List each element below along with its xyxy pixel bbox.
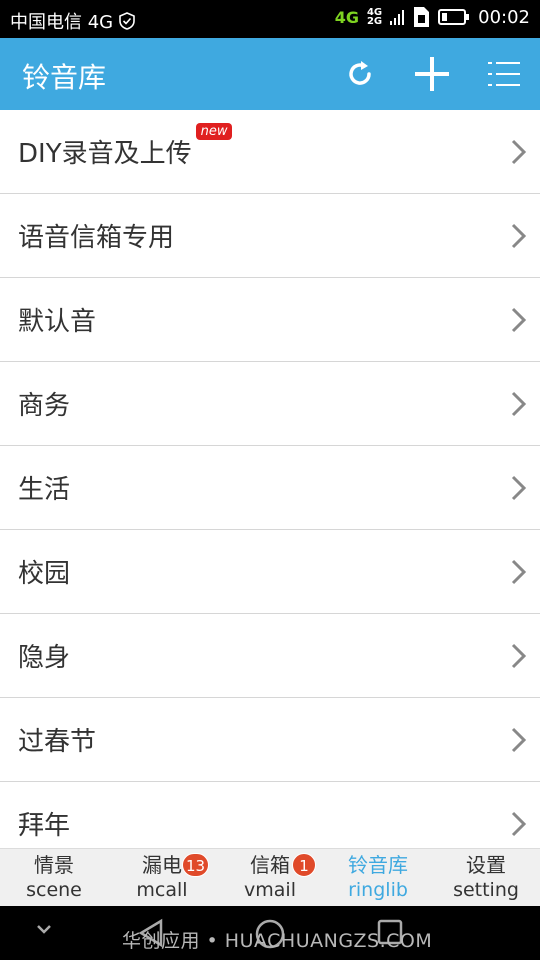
tab-label-zh: 铃音库 bbox=[348, 853, 408, 877]
list-item[interactable]: 默认音 bbox=[0, 278, 540, 362]
list-item-label: 语音信箱专用 bbox=[18, 223, 175, 253]
chevron-right-icon bbox=[511, 643, 527, 669]
menu-button[interactable] bbox=[482, 52, 526, 96]
list-menu-icon bbox=[488, 62, 520, 86]
list-item-label: DIY录音及上传 bbox=[18, 139, 192, 169]
list-item[interactable]: DIY录音及上传 new bbox=[0, 110, 540, 194]
watermark: 华创应用 • HUACHUANGZS.COM bbox=[122, 930, 433, 952]
tab-label-zh: 设置 bbox=[466, 853, 506, 877]
refresh-icon bbox=[349, 61, 371, 85]
list-item-label: 生活 bbox=[18, 475, 71, 505]
chevron-right-icon bbox=[511, 475, 527, 501]
battery-icon bbox=[438, 9, 470, 25]
list-item[interactable]: 校园 bbox=[0, 530, 540, 614]
chevron-right-icon bbox=[511, 391, 527, 417]
tab-label-en: mcall bbox=[136, 879, 188, 901]
category-list: DIY录音及上传 new 语音信箱专用 默认音 商务 生活 校园 隐身 过春节 … bbox=[0, 110, 540, 848]
tab-label-en: ringlib bbox=[348, 879, 408, 901]
page-title: 铃音库 bbox=[22, 61, 107, 94]
chevron-right-icon bbox=[511, 307, 527, 333]
tab-vmail[interactable]: 信箱 vmail 1 bbox=[216, 849, 324, 907]
system-nav-bar: 华创应用 • HUACHUANGZS.COM bbox=[0, 906, 540, 960]
tab-setting[interactable]: 设置 setting bbox=[432, 849, 540, 907]
signal-icon bbox=[390, 10, 405, 25]
chevron-right-icon bbox=[511, 811, 527, 837]
chevron-down-icon[interactable] bbox=[34, 922, 54, 936]
list-item-label: 默认音 bbox=[18, 307, 97, 337]
voicemail-count-badge: 1 bbox=[292, 853, 316, 877]
status-bar: 中国电信 4G 4G 4G 2G 00:02 bbox=[0, 0, 540, 38]
tab-ringlib[interactable]: 铃音库 ringlib bbox=[324, 849, 432, 907]
tab-label-zh: 情景 bbox=[34, 853, 74, 877]
list-item-label: 隐身 bbox=[18, 643, 71, 673]
list-item[interactable]: 生活 bbox=[0, 446, 540, 530]
list-item-label: 商务 bbox=[18, 391, 71, 421]
tab-scene[interactable]: 情景 scene bbox=[0, 849, 108, 907]
list-item-label: 过春节 bbox=[18, 727, 97, 757]
chevron-right-icon bbox=[511, 139, 527, 165]
dual-network-indicator: 4G 2G bbox=[366, 7, 383, 27]
clock: 00:02 bbox=[478, 6, 530, 28]
tab-label-en: scene bbox=[26, 879, 82, 901]
chevron-right-icon bbox=[511, 223, 527, 249]
new-badge: new bbox=[195, 123, 233, 140]
list-item[interactable]: 商务 bbox=[0, 362, 540, 446]
add-button[interactable] bbox=[410, 52, 454, 96]
tab-mcall[interactable]: 漏电 mcall 13 bbox=[108, 849, 216, 907]
missed-call-count-badge: 13 bbox=[182, 853, 210, 877]
chevron-right-icon bbox=[511, 559, 527, 585]
chevron-right-icon bbox=[511, 727, 527, 753]
network-type-label: 4G bbox=[334, 7, 359, 27]
list-item[interactable]: 语音信箱专用 bbox=[0, 194, 540, 278]
list-item-label: 校园 bbox=[18, 559, 71, 589]
shield-icon bbox=[119, 12, 135, 30]
list-item[interactable]: 隐身 bbox=[0, 614, 540, 698]
list-item[interactable]: 过春节 bbox=[0, 698, 540, 782]
carrier-label: 中国电信 4G bbox=[10, 12, 114, 33]
refresh-button[interactable] bbox=[338, 52, 382, 96]
list-item-label: 拜年 bbox=[18, 811, 71, 841]
bottom-tab-bar: 情景 scene 漏电 mcall 13 信箱 vmail 1 铃音库 ring… bbox=[0, 848, 540, 907]
list-item[interactable]: 拜年 bbox=[0, 782, 540, 848]
tab-label-en: setting bbox=[453, 879, 519, 901]
plus-icon bbox=[415, 57, 449, 91]
tab-label-en: vmail bbox=[244, 879, 296, 901]
app-header: 铃音库 bbox=[0, 38, 540, 110]
sim-icon bbox=[414, 7, 430, 27]
